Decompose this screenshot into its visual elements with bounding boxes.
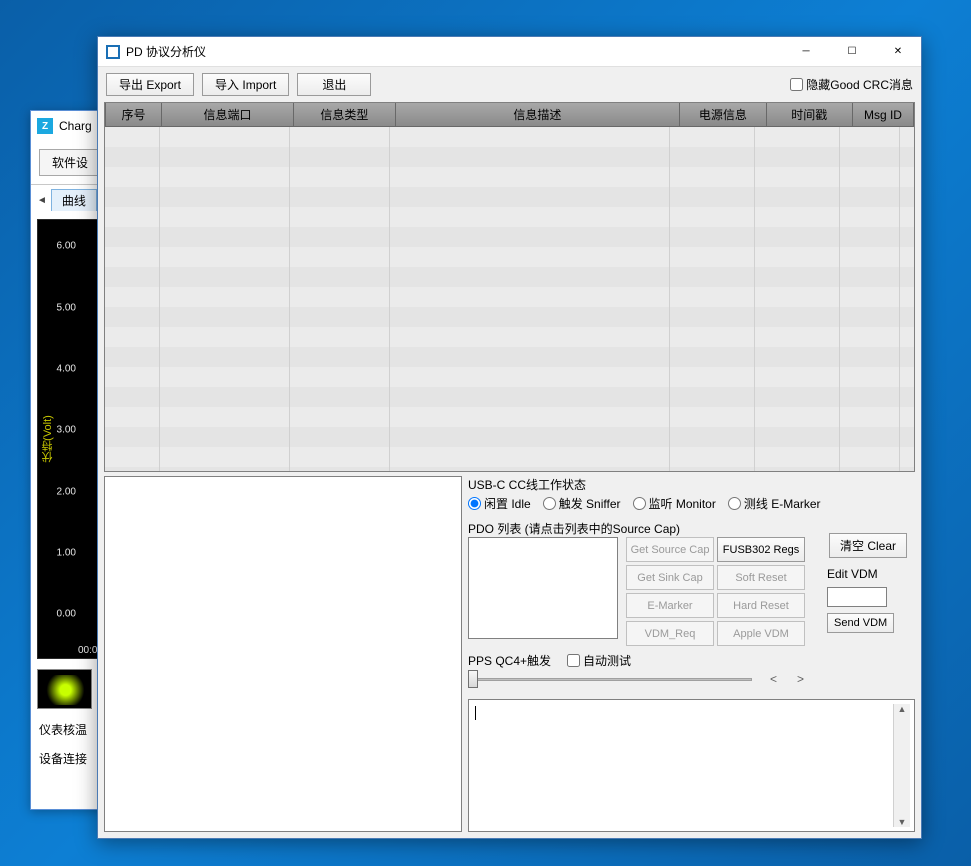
tab-left-arrow-icon[interactable]: ◄ bbox=[37, 195, 47, 206]
window-controls: ─ ☐ ✕ bbox=[783, 37, 921, 67]
scroll-down-icon[interactable]: ▼ bbox=[898, 817, 907, 827]
column-header[interactable]: 时间戳 bbox=[766, 103, 852, 127]
pdo-button-get-sink-cap: Get Sink Cap bbox=[626, 565, 714, 590]
table-body[interactable] bbox=[105, 127, 914, 472]
cc-radio-input[interactable] bbox=[543, 497, 556, 510]
maximize-button[interactable]: ☐ bbox=[829, 37, 875, 67]
titlebar[interactable]: PD 协议分析仪 ─ ☐ ✕ bbox=[98, 37, 921, 67]
auto-test-checkbox-label[interactable]: 自动测试 bbox=[567, 652, 631, 669]
column-header[interactable]: 信息端口 bbox=[161, 103, 293, 127]
export-button[interactable]: 导出 Export bbox=[106, 73, 194, 96]
lower-panel: USB-C CC线工作状态 闲置 Idle 触发 Sniffer 监听 Monito… bbox=[98, 472, 921, 838]
close-button[interactable]: ✕ bbox=[875, 37, 921, 67]
clear-button[interactable]: 清空 Clear bbox=[829, 533, 907, 558]
pdo-button-soft-reset: Soft Reset bbox=[717, 565, 805, 590]
cc-radio-2[interactable]: 监听 Monitor bbox=[633, 495, 716, 512]
cc-radio-0[interactable]: 闲置 Idle bbox=[468, 495, 531, 512]
bg-settings-button[interactable]: 软件设 bbox=[39, 149, 101, 176]
message-table[interactable]: 序号信息端口信息类型信息描述电源信息时间戳Msg ID bbox=[104, 102, 915, 472]
cc-radio-3[interactable]: 测线 E-Marker bbox=[728, 495, 821, 512]
bg-meter bbox=[37, 669, 92, 709]
cc-status-label: USB-C CC线工作状态 bbox=[468, 476, 915, 493]
y-tick: 4.00 bbox=[57, 363, 76, 374]
column-header[interactable]: 序号 bbox=[106, 103, 162, 127]
scroll-up-icon[interactable]: ▲ bbox=[898, 704, 907, 714]
cc-radio-label: 触发 Sniffer bbox=[559, 495, 621, 512]
cc-radio-1[interactable]: 触发 Sniffer bbox=[543, 495, 621, 512]
right-controls: USB-C CC线工作状态 闲置 Idle 触发 Sniffer 监听 Monito… bbox=[468, 476, 915, 832]
pps-slider-row: < > bbox=[468, 669, 804, 689]
pdo-button-hard-reset: Hard Reset bbox=[717, 593, 805, 618]
y-tick: 0.00 bbox=[57, 609, 76, 620]
y-tick: 2.00 bbox=[57, 486, 76, 497]
send-vdm-button[interactable]: Send VDM bbox=[827, 613, 894, 633]
auto-test-checkbox[interactable] bbox=[567, 654, 580, 667]
cc-radio-input[interactable] bbox=[728, 497, 741, 510]
column-header[interactable]: 信息描述 bbox=[395, 103, 680, 127]
x-tick-start: 00:0 bbox=[78, 645, 97, 656]
toolbar: 导出 Export 导入 Import 退出 隐藏Good CRC消息 bbox=[98, 67, 921, 102]
pps-slider[interactable] bbox=[468, 669, 752, 689]
exit-button[interactable]: 退出 bbox=[297, 73, 371, 96]
pdo-button-get-source-cap: Get Source Cap bbox=[626, 537, 714, 562]
y-tick: 6.00 bbox=[57, 241, 76, 252]
log-output[interactable]: ▲ ▼ bbox=[468, 699, 915, 832]
column-header[interactable]: Msg ID bbox=[852, 103, 913, 127]
bg-title: Charg bbox=[59, 119, 92, 133]
window-title: PD 协议分析仪 bbox=[126, 43, 783, 60]
import-button[interactable]: 导入 Import bbox=[202, 73, 289, 96]
auto-test-text: 自动测试 bbox=[583, 652, 631, 669]
log-scrollbar[interactable]: ▲ ▼ bbox=[893, 704, 910, 827]
column-header[interactable]: 信息类型 bbox=[294, 103, 396, 127]
vdm-section: Edit VDM Send VDM bbox=[827, 567, 907, 633]
hide-crc-text: 隐藏Good CRC消息 bbox=[806, 76, 913, 93]
pdo-button-fusb302-regs[interactable]: FUSB302 Regs bbox=[717, 537, 805, 562]
left-list-pane[interactable] bbox=[104, 476, 462, 832]
vdm-label: Edit VDM bbox=[827, 567, 907, 581]
chart-y-axis-label: 伏特(Volt) bbox=[40, 415, 56, 463]
cc-radio-label: 监听 Monitor bbox=[649, 495, 716, 512]
y-tick: 1.00 bbox=[57, 547, 76, 558]
vdm-input[interactable] bbox=[827, 587, 887, 607]
meter-gauge-icon bbox=[43, 675, 88, 705]
pdo-button-e-marker: E-Marker bbox=[626, 593, 714, 618]
cc-status-radios: 闲置 Idle 触发 Sniffer 监听 Monitor 测线 E-Marker bbox=[468, 493, 915, 514]
pps-label: PPS QC4+触发 bbox=[468, 652, 551, 669]
y-tick: 5.00 bbox=[57, 302, 76, 313]
pdo-list[interactable] bbox=[468, 537, 618, 639]
cc-radio-label: 闲置 Idle bbox=[484, 495, 531, 512]
pdo-button-grid: Get Source CapFUSB302 RegsGet Sink CapSo… bbox=[626, 537, 805, 646]
hide-crc-checkbox[interactable] bbox=[790, 78, 803, 91]
bg-tab-curve[interactable]: 曲线 bbox=[51, 189, 97, 211]
table-header: 序号信息端口信息类型信息描述电源信息时间戳Msg ID bbox=[106, 103, 914, 127]
main-window: PD 协议分析仪 ─ ☐ ✕ 导出 Export 导入 Import 退出 隐藏… bbox=[97, 36, 922, 839]
hide-crc-checkbox-label[interactable]: 隐藏Good CRC消息 bbox=[790, 76, 913, 93]
text-cursor-icon bbox=[475, 706, 476, 720]
column-header[interactable]: 电源信息 bbox=[680, 103, 766, 127]
app-icon bbox=[106, 45, 120, 59]
cc-radio-input[interactable] bbox=[468, 497, 481, 510]
slider-thumb-icon[interactable] bbox=[468, 670, 478, 688]
prev-button[interactable]: < bbox=[770, 672, 777, 686]
pdo-button-apple-vdm: Apple VDM bbox=[717, 621, 805, 646]
cc-radio-label: 测线 E-Marker bbox=[744, 495, 821, 512]
bg-app-icon: Z bbox=[37, 118, 53, 134]
next-button[interactable]: > bbox=[797, 672, 804, 686]
minimize-button[interactable]: ─ bbox=[783, 37, 829, 67]
cc-radio-input[interactable] bbox=[633, 497, 646, 510]
y-tick: 3.00 bbox=[57, 425, 76, 436]
pdo-button-vdm-req: VDM_Req bbox=[626, 621, 714, 646]
